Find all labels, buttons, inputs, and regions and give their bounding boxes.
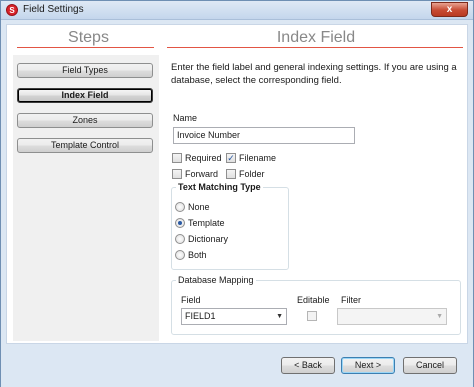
chevron-down-icon: ▼ xyxy=(436,313,443,320)
radio-template[interactable] xyxy=(175,218,185,228)
field-settings-window: S Field Settings x Steps Field Types Ind… xyxy=(0,0,474,387)
db-filter-select[interactable]: ▼ xyxy=(337,308,447,325)
radio-both[interactable] xyxy=(175,250,185,260)
cancel-button[interactable]: Cancel xyxy=(403,357,457,374)
folder-label: Folder xyxy=(239,169,265,179)
radio-none-row[interactable]: None xyxy=(175,202,235,214)
folder-checkbox[interactable] xyxy=(226,169,236,179)
forward-checkbox-row[interactable]: Forward xyxy=(172,169,227,181)
step-field-types-button[interactable]: Field Types xyxy=(17,63,153,78)
radio-none-label: None xyxy=(188,202,210,212)
steps-divider xyxy=(17,47,154,48)
db-field-value: FIELD1 xyxy=(185,311,216,321)
required-checkbox-row[interactable]: Required xyxy=(172,153,227,165)
name-label: Name xyxy=(173,113,198,123)
forward-label: Forward xyxy=(185,169,219,179)
text-matching-legend: Text Matching Type xyxy=(178,182,261,192)
radio-template-row[interactable]: Template xyxy=(175,218,235,230)
radio-dictionary-row[interactable]: Dictionary xyxy=(175,234,235,246)
button-bar: < Back Next > Cancel xyxy=(1,347,473,387)
app-logo-icon: S xyxy=(6,4,18,16)
filename-checkbox[interactable]: ✓ xyxy=(226,153,236,163)
back-button[interactable]: < Back xyxy=(281,357,335,374)
folder-checkbox-row[interactable]: Folder xyxy=(226,169,281,181)
filename-label: Filename xyxy=(239,153,277,163)
db-editable-checkbox[interactable] xyxy=(307,311,317,321)
db-field-label: Field xyxy=(181,295,201,305)
radio-none[interactable] xyxy=(175,202,185,212)
radio-both-row[interactable]: Both xyxy=(175,250,235,262)
db-filter-label: Filter xyxy=(341,295,361,305)
instructions-text: Enter the field label and general indexi… xyxy=(171,62,457,86)
dialog-body: Steps Field Types Index Field Zones Temp… xyxy=(6,24,468,344)
step-template-control-button[interactable]: Template Control xyxy=(17,138,153,153)
steps-heading: Steps xyxy=(68,29,109,46)
db-editable-label: Editable xyxy=(297,295,330,305)
radio-dictionary[interactable] xyxy=(175,234,185,244)
required-label: Required xyxy=(185,153,222,163)
filename-checkbox-row[interactable]: ✓ Filename xyxy=(226,153,286,165)
content-divider xyxy=(167,47,463,48)
step-index-field-button[interactable]: Index Field xyxy=(17,88,153,103)
title-bar[interactable]: S Field Settings x xyxy=(1,1,473,20)
chevron-down-icon: ▼ xyxy=(276,313,283,320)
close-button[interactable]: x xyxy=(431,2,468,17)
radio-dictionary-label: Dictionary xyxy=(188,234,229,244)
db-field-select[interactable]: FIELD1 ▼ xyxy=(181,308,287,325)
required-checkbox[interactable] xyxy=(172,153,182,163)
radio-both-label: Both xyxy=(188,250,207,260)
radio-template-label: Template xyxy=(188,218,225,228)
database-mapping-legend: Database Mapping xyxy=(178,275,254,285)
step-zones-button[interactable]: Zones xyxy=(17,113,153,128)
window-title: Field Settings xyxy=(23,4,84,15)
name-field[interactable]: Invoice Number xyxy=(173,127,355,144)
database-mapping-group: Database Mapping xyxy=(171,275,461,335)
page-title: Index Field xyxy=(276,29,356,46)
steps-panel: Field Types Index Field Zones Template C… xyxy=(13,55,159,341)
forward-checkbox[interactable] xyxy=(172,169,182,179)
next-button[interactable]: Next > xyxy=(341,357,395,374)
